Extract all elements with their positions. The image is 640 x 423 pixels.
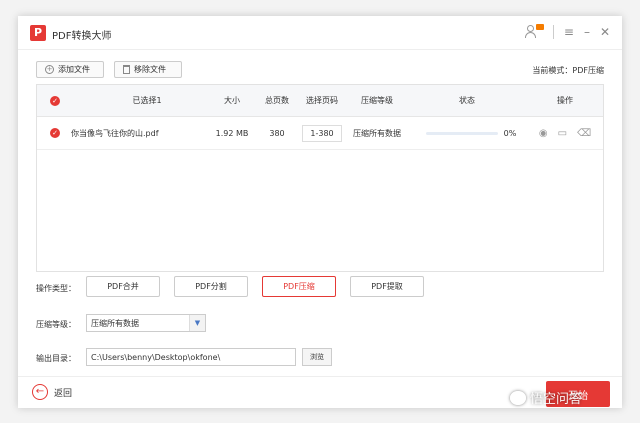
chevron-down-icon: ▼ — [189, 315, 205, 331]
plus-circle-icon: + — [45, 65, 54, 74]
compression-level-select[interactable]: 压缩所有数据 ▼ — [86, 314, 206, 332]
pdf-extract-button[interactable]: PDF提取 — [350, 276, 424, 297]
play-icon[interactable]: ◉ — [539, 128, 548, 139]
output-dir-label: 输出目录： — [36, 354, 76, 363]
menu-icon[interactable]: ≡ — [564, 25, 574, 39]
pdf-compress-button[interactable]: PDF压缩 — [262, 276, 336, 297]
title-bar: P PDF转换大师 ≡ – ✕ — [18, 16, 622, 50]
remove-file-label: 移除文件 — [134, 65, 166, 74]
header-page-range: 选择页码 — [306, 96, 338, 105]
minimize-icon[interactable]: – — [584, 25, 590, 39]
app-title: PDF转换大师 — [52, 31, 112, 42]
row-checkbox[interactable]: ✓ — [45, 117, 65, 149]
file-size: 1.92 MB — [215, 128, 249, 138]
operation-type-label: 操作类型： — [36, 284, 76, 293]
divider — [552, 25, 554, 39]
compression-level: 压缩所有数据 — [353, 128, 401, 138]
delete-icon[interactable]: ⌫ — [577, 128, 591, 139]
trash-icon — [123, 65, 130, 74]
current-mode: 当前模式：PDF压缩 — [532, 66, 604, 75]
chat-bubble-icon — [510, 390, 526, 405]
header-level: 压缩等级 — [361, 96, 393, 105]
header-status: 状态 — [459, 96, 475, 105]
pdf-merge-button[interactable]: PDF合并 — [86, 276, 160, 297]
app-logo: P — [30, 25, 46, 41]
add-file-label: 添加文件 — [58, 65, 90, 74]
page-range-cell: 1-380 — [292, 117, 352, 149]
progress-bar — [417, 117, 507, 149]
watermark: 悟空问答 — [510, 388, 582, 407]
file-name: 你当像鸟飞往你的山.pdf — [71, 128, 159, 138]
header-selected: 已选择1 — [132, 96, 162, 105]
back-button[interactable]: ← 返回 — [32, 384, 72, 400]
file-table: ✓ 已选择1 大小 总页数 选择页码 压缩等级 状态 操作 ✓ 你当像鸟飞往你的… — [36, 84, 604, 272]
row-actions: ◉ ▭ ⌫ — [535, 117, 595, 149]
select-all-checkbox[interactable]: ✓ — [45, 85, 65, 116]
browse-button[interactable]: 浏览 — [302, 348, 332, 366]
app-window: P PDF转换大师 ≡ – ✕ + 添加文件 移除文件 当前模式：PDF压缩 ✓… — [18, 16, 622, 408]
watermark-text: 悟空问答 — [530, 392, 583, 407]
folder-icon[interactable]: ▭ — [558, 128, 567, 139]
back-label: 返回 — [54, 388, 73, 399]
check-icon: ✓ — [50, 128, 60, 138]
close-icon[interactable]: ✕ — [600, 25, 610, 39]
output-path-input[interactable]: C:\Users\benny\Desktop\okfone\ — [86, 348, 296, 366]
page-range-input[interactable]: 1-380 — [302, 124, 342, 142]
window-controls: ≡ – ✕ — [524, 24, 610, 40]
progress-percent: 0% — [503, 128, 517, 138]
compression-level-label: 压缩等级： — [36, 320, 76, 329]
table-row[interactable]: ✓ 你当像鸟飞往你的山.pdf 1.92 MB 380 1-380 压缩所有数据… — [37, 117, 603, 150]
check-icon: ✓ — [50, 95, 60, 106]
remove-file-button[interactable]: 移除文件 — [114, 61, 182, 78]
back-arrow-icon: ← — [32, 384, 48, 400]
header-action: 操作 — [557, 96, 573, 105]
header-size: 大小 — [224, 96, 240, 105]
table-header: ✓ 已选择1 大小 总页数 选择页码 压缩等级 状态 操作 — [37, 85, 603, 117]
compression-level-value: 压缩所有数据 — [91, 318, 139, 328]
add-file-button[interactable]: + 添加文件 — [36, 61, 104, 78]
user-icon[interactable] — [524, 24, 544, 40]
pdf-split-button[interactable]: PDF分割 — [174, 276, 248, 297]
